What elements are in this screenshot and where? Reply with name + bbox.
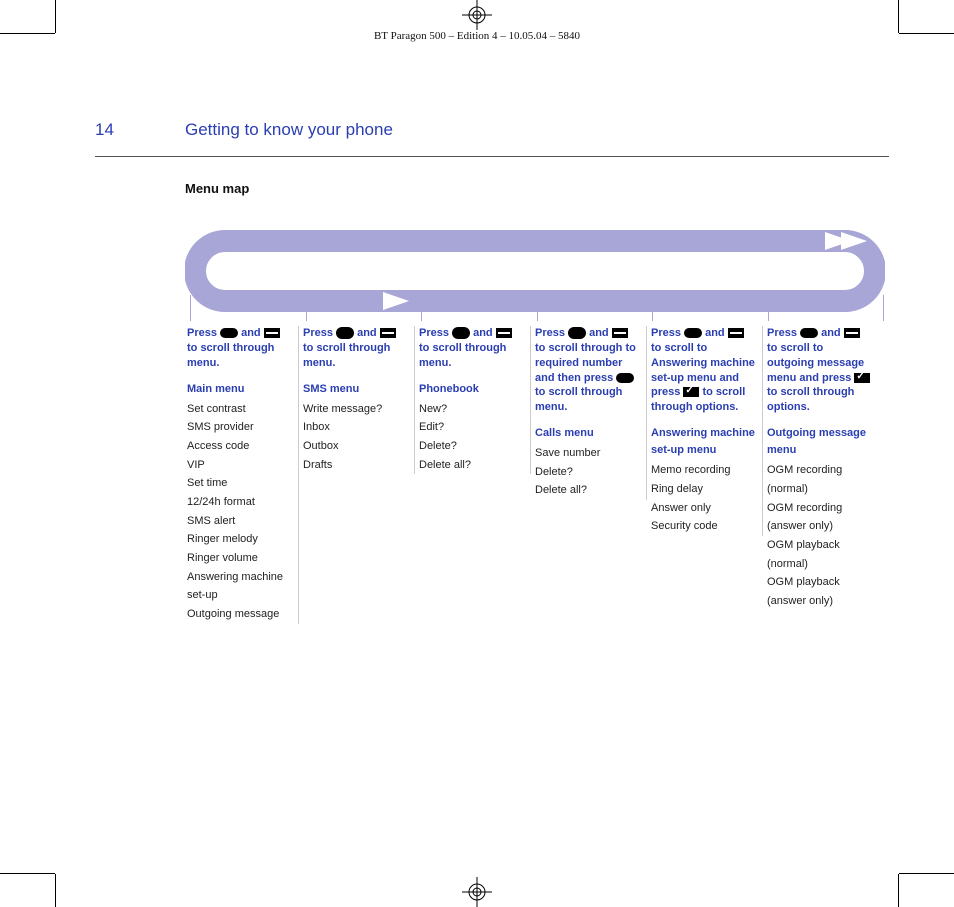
- page-number: 14: [95, 120, 145, 140]
- action-button-icon: [854, 373, 870, 383]
- scroll-button-icon: [496, 328, 512, 338]
- menu-item: Security code: [651, 517, 756, 536]
- action-button-icon: [616, 373, 634, 383]
- menu-column: Press and to scroll to Answering machine…: [651, 326, 763, 536]
- menu-items: New?Edit?Delete?Delete all?: [419, 400, 524, 475]
- scroll-button-icon: [612, 328, 628, 338]
- menu-title: Calls menu: [535, 425, 640, 442]
- menu-item: Delete all?: [419, 456, 524, 475]
- menu-items: Write message?InboxOutboxDrafts: [303, 400, 408, 475]
- scroll-button-icon: [728, 328, 744, 338]
- menu-column: Press and to scroll to outgoing message …: [767, 326, 879, 611]
- menu-item: Access code: [187, 437, 292, 456]
- menu-map-diagram: [185, 226, 889, 316]
- content-area: 14 Getting to know your phone Menu map P…: [95, 120, 889, 624]
- menu-items: Memo recordingRing delayAnswer onlySecur…: [651, 461, 756, 536]
- crop-mark: [55, 0, 56, 33]
- menu-item: SMS provider: [187, 418, 292, 437]
- menu-item: Memo recording: [651, 461, 756, 480]
- menu-button-icon: [684, 328, 702, 338]
- menu-item: Ring delay: [651, 480, 756, 499]
- menu-item: OGM recording (normal): [767, 461, 873, 498]
- menu-item: Outgoing message: [187, 605, 292, 624]
- menu-columns: Press and to scroll through menu. Main me…: [187, 326, 889, 624]
- menu-button-icon: [800, 328, 818, 338]
- menu-item: Drafts: [303, 456, 408, 475]
- column-instruction: Press and to scroll to outgoing message …: [767, 326, 873, 415]
- menu-item: Answer only: [651, 499, 756, 518]
- registration-mark-icon: [462, 877, 492, 907]
- title-bar: 14 Getting to know your phone: [95, 120, 889, 140]
- menu-item: Delete?: [535, 463, 640, 482]
- menu-item: OGM playback (normal): [767, 536, 873, 573]
- menu-column: Press and to scroll through menu. SMS men…: [303, 326, 415, 474]
- menu-button-icon: [452, 327, 470, 339]
- column-ticks: [190, 295, 884, 321]
- menu-title: Phonebook: [419, 381, 524, 398]
- menu-button-icon: [336, 327, 354, 339]
- menu-map-heading: Menu map: [185, 181, 889, 196]
- crop-mark: [898, 0, 899, 33]
- crop-mark: [898, 874, 899, 907]
- menu-column: Press and to scroll through menu. Main me…: [187, 326, 299, 624]
- menu-item: Set time: [187, 474, 292, 493]
- menu-item: Delete?: [419, 437, 524, 456]
- menu-items: Save numberDelete?Delete all?: [535, 444, 640, 500]
- scroll-button-icon: [844, 328, 860, 338]
- menu-item: Delete all?: [535, 481, 640, 500]
- menu-item: VIP: [187, 456, 292, 475]
- menu-item: Ringer melody: [187, 530, 292, 549]
- section-rule: [95, 156, 889, 157]
- menu-item: 12/24h format: [187, 493, 292, 512]
- menu-item: Write message?: [303, 400, 408, 419]
- menu-item: Set contrast: [187, 400, 292, 419]
- menu-item: OGM playback (answer only): [767, 573, 873, 610]
- scroll-button-icon: [264, 328, 280, 338]
- menu-title: SMS menu: [303, 381, 408, 398]
- menu-items: OGM recording (normal)OGM recording (ans…: [767, 461, 873, 611]
- section-title: Getting to know your phone: [185, 120, 393, 140]
- menu-items: Set contrastSMS providerAccess codeVIPSe…: [187, 400, 292, 624]
- crop-mark: [55, 874, 56, 907]
- menu-column: Press and to scroll through menu. Phonebo…: [419, 326, 531, 474]
- menu-item: Edit?: [419, 418, 524, 437]
- crop-mark: [899, 873, 954, 874]
- running-header: BT Paragon 500 – Edition 4 – 10.05.04 – …: [0, 30, 954, 42]
- action-button-icon: [683, 387, 699, 397]
- menu-title: Main menu: [187, 381, 292, 398]
- menu-item: Save number: [535, 444, 640, 463]
- page: BT Paragon 500 – Edition 4 – 10.05.04 – …: [0, 0, 954, 907]
- column-instruction: Press and to scroll to Answering machine…: [651, 326, 756, 415]
- menu-title: Outgoing message menu: [767, 425, 873, 459]
- registration-mark-icon: [462, 0, 492, 30]
- menu-item: Inbox: [303, 418, 408, 437]
- menu-item: OGM recording (answer only): [767, 499, 873, 536]
- scroll-button-icon: [380, 328, 396, 338]
- crop-mark: [0, 873, 55, 874]
- column-instruction: Press and to scroll through menu.: [187, 326, 292, 371]
- menu-title: Answering machine set-up menu: [651, 425, 756, 459]
- menu-column: Press and to scroll through to required …: [535, 326, 647, 500]
- menu-item: New?: [419, 400, 524, 419]
- menu-item: Outbox: [303, 437, 408, 456]
- column-instruction: Press and to scroll through to required …: [535, 326, 640, 415]
- menu-button-icon: [220, 328, 238, 338]
- column-instruction: Press and to scroll through menu.: [303, 326, 408, 371]
- column-instruction: Press and to scroll through menu.: [419, 326, 524, 371]
- menu-item: Ringer volume: [187, 549, 292, 568]
- menu-item: Answering machine set-up: [187, 568, 292, 605]
- menu-button-icon: [568, 327, 586, 339]
- menu-item: SMS alert: [187, 512, 292, 531]
